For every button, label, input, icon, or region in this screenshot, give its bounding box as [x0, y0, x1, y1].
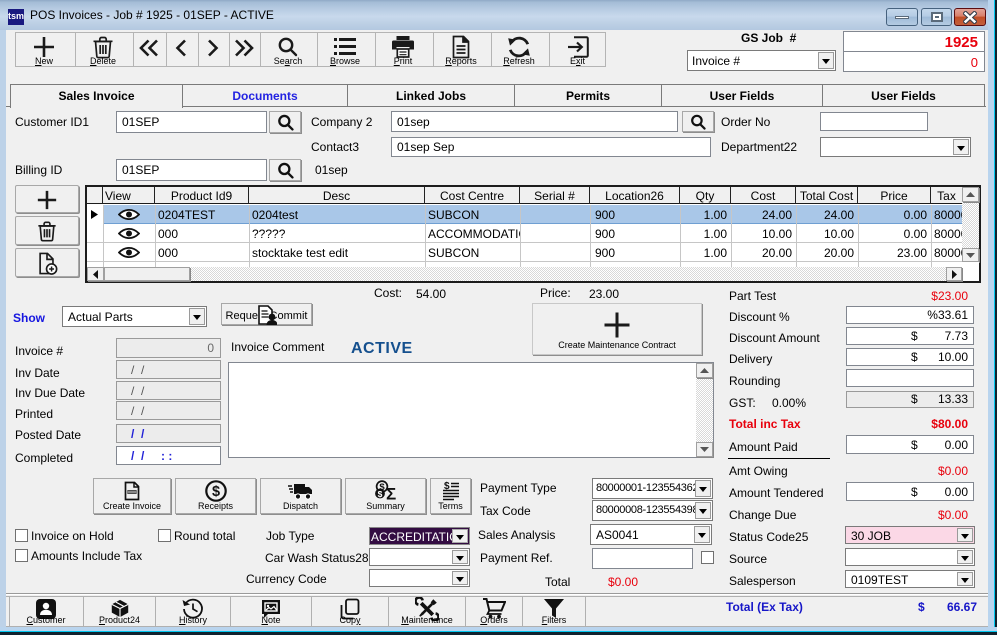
svg-text:Σ: Σ: [386, 485, 396, 503]
svg-text:$: $: [211, 484, 219, 500]
svg-text:$: $: [377, 489, 382, 499]
